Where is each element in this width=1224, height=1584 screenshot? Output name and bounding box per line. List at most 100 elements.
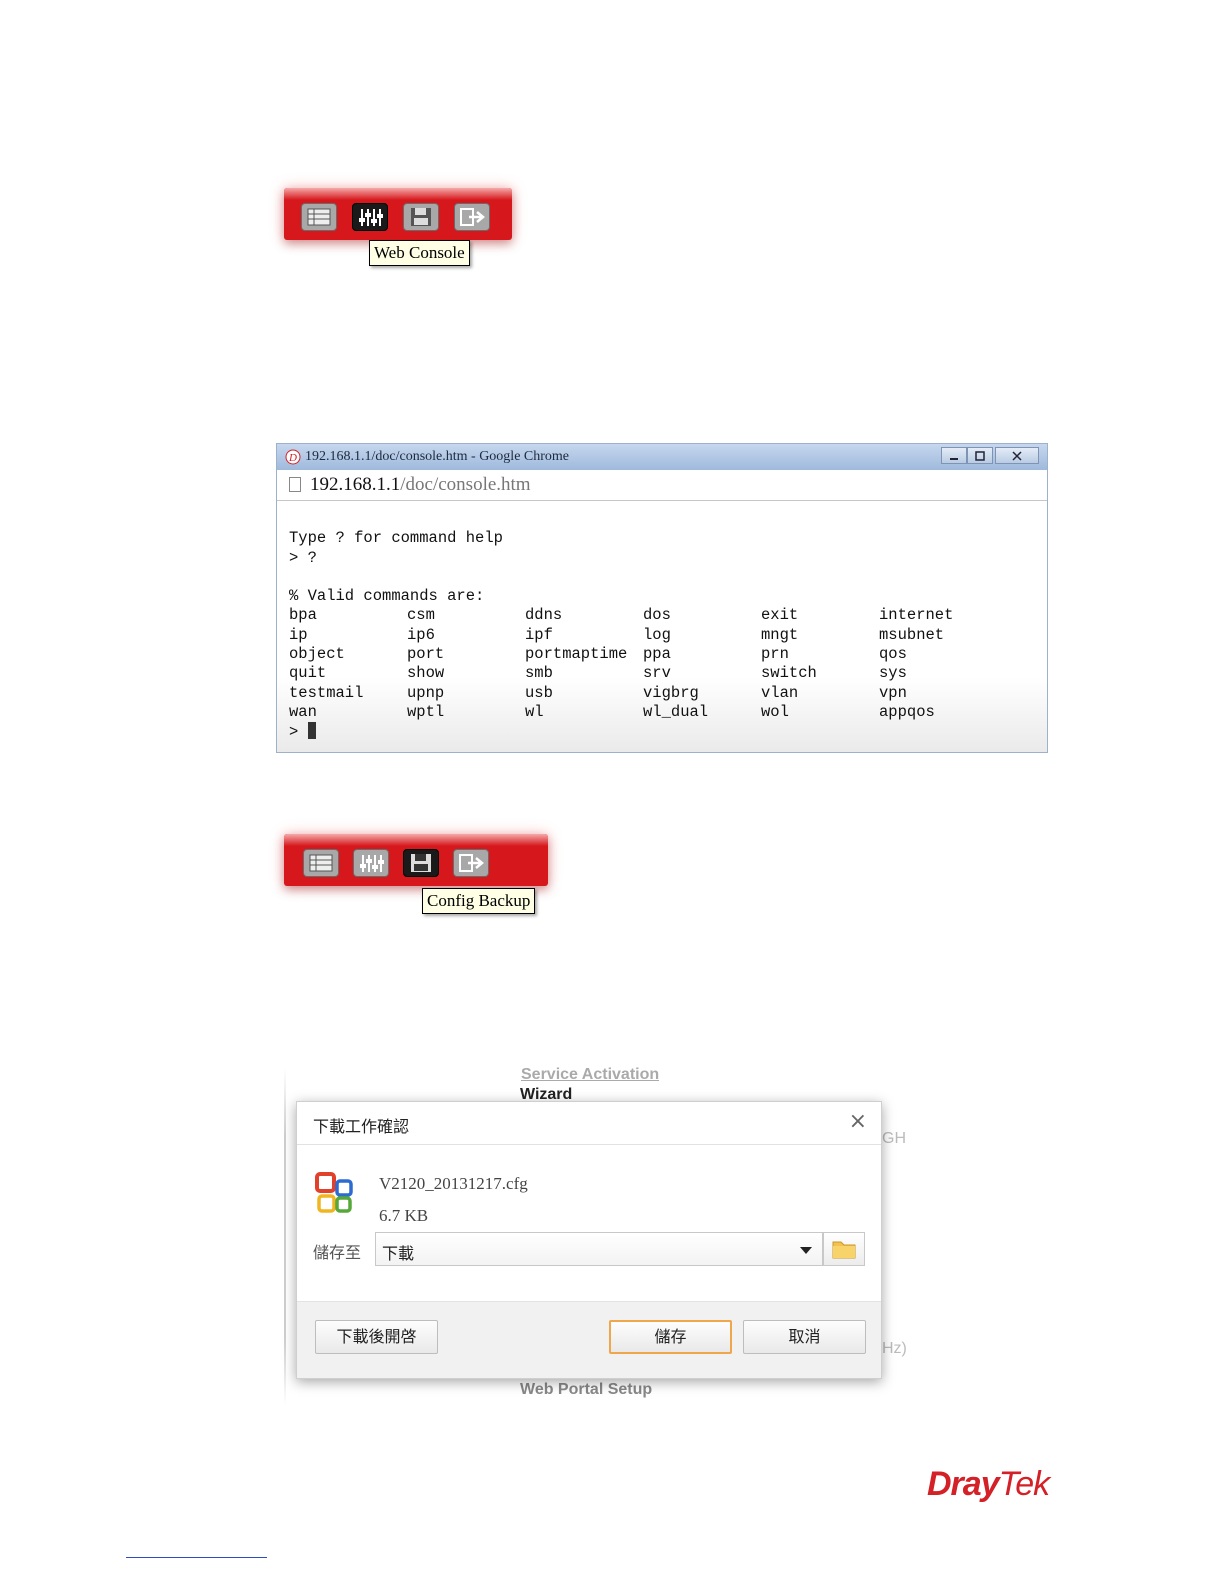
save-to-label: 儲存至 [313,1243,362,1262]
command-item: msubnet [879,625,945,644]
draytek-logo: DrayTek [927,1465,1050,1503]
floppy-disk-icon [411,208,431,226]
file-size: 6.7 KB [379,1206,429,1225]
logout-icon [459,854,484,872]
web-console-button[interactable] [352,203,388,231]
save-button[interactable]: 儲存 [609,1320,732,1354]
window-title: 192.168.1.1/doc/console.htm - Google Chr… [305,449,570,464]
console-input-line: > ? [289,548,317,567]
download-dialog: 下載工作確認 × V2120_20131217.cfg 6.7 KB 儲存至 下… [296,1101,882,1379]
command-row: testmail upnp usb vigbrg vlan vpn [289,684,1047,703]
command-item: wptl [407,702,445,721]
web-console-button[interactable] [353,849,389,877]
command-row: bpa csm ddns dos exit internet [289,606,1047,625]
sliders-icon [360,855,384,872]
console-output[interactable]: Type ? for command help > ? % Valid comma… [277,502,1047,752]
toolbar-web-console [284,188,512,240]
command-item: show [407,664,445,683]
config-backup-tooltip: Config Backup [422,888,536,914]
svg-text:D: D [288,452,297,464]
bg-gh: GH [882,1130,906,1147]
console-prompt[interactable]: > [289,722,1047,742]
minimize-icon [950,458,958,460]
command-item: smb [525,664,553,683]
console-valid-commands-line: % Valid commands are: [289,587,485,606]
command-item: dos [643,606,671,625]
bg-wizard: Wizard [520,1086,573,1102]
maximize-button[interactable] [967,447,993,464]
bg-service-activation: Service Activation [521,1066,660,1083]
command-item: log [643,625,671,644]
command-item: ip [289,625,308,644]
command-item: srv [643,664,671,683]
footer-divider [126,1557,267,1558]
command-item: port [407,645,445,664]
url-text: 192.168.1.1/doc/console.htm [310,474,531,495]
config-backup-button[interactable] [403,849,439,877]
command-item: vpn [879,683,907,702]
open-after-download-button[interactable]: 下載後開啓 [315,1320,438,1354]
command-item: csm [407,606,435,625]
logout-button[interactable] [453,849,489,877]
dialog-close-button[interactable]: × [849,1110,867,1134]
save-location-value: 下載 [382,1244,415,1263]
close-window-button[interactable] [995,447,1039,464]
list-icon [307,208,331,226]
command-item: ipf [525,625,553,644]
command-item: qos [879,645,907,664]
menu-list-button[interactable] [301,203,337,231]
command-item: prn [761,645,789,664]
close-icon [1012,451,1022,461]
bg-web-portal-setup: Web Portal Setup [520,1381,653,1398]
chevron-down-icon [800,1247,812,1254]
logout-icon [460,208,485,226]
command-item: wl_dual [643,702,709,721]
command-item: sys [879,664,907,683]
draytek-favicon-icon: D [285,449,301,465]
command-item: testmail [289,683,364,702]
command-row: quit show smb srv switch sys [289,664,1047,683]
config-backup-button[interactable] [403,203,439,231]
maximize-icon [975,451,985,461]
save-location-select[interactable]: 下載 [375,1232,823,1266]
command-item: quit [289,664,327,683]
browse-folder-button[interactable] [823,1232,865,1266]
address-bar[interactable]: 192.168.1.1/doc/console.htm [277,470,1047,501]
command-item: ip6 [407,625,435,644]
office-file-icon [315,1172,353,1213]
command-item: exit [761,606,799,625]
web-console-tooltip: Web Console [369,240,470,266]
bg-hz: Hz) [882,1340,907,1357]
command-item: upnp [407,683,445,702]
command-item: vlan [761,683,799,702]
command-item: vigbrg [643,683,699,702]
command-item: internet [879,606,954,625]
command-item: object [289,645,345,664]
toolbar-config-backup [284,834,548,886]
menu-list-button[interactable] [303,849,339,877]
command-row: wan wptl wl wl_dual wol appqos [289,703,1047,722]
browser-window: D 192.168.1.1/doc/console.htm - Google C… [276,443,1048,753]
text-cursor [307,722,316,740]
command-item: switch [761,664,817,683]
minimize-button[interactable] [941,447,967,464]
sliders-icon [359,209,383,226]
command-table: bpa csm ddns dos exit internet ip ip6 ipf log mngt… [289,606,1047,722]
floppy-disk-icon [411,854,431,872]
command-item: wol [761,702,789,721]
window-titlebar: D 192.168.1.1/doc/console.htm - Google C… [277,444,1047,470]
command-item: usb [525,683,553,702]
list-icon [309,854,333,872]
cancel-button[interactable]: 取消 [743,1320,866,1354]
dialog-footer: 下載後開啓 儲存 取消 [297,1301,881,1378]
command-item: bpa [289,606,317,625]
command-item: portmaptime [525,645,628,664]
command-item: mngt [761,625,799,644]
command-item: wl [525,702,544,721]
command-row: object port portmaptime ppa prn qos [289,645,1047,664]
dialog-title: 下載工作確認 [313,1117,410,1136]
console-help-line: Type ? for command help [289,529,503,548]
logout-button[interactable] [454,203,490,231]
page-icon [289,477,301,492]
command-item: ddns [525,606,563,625]
